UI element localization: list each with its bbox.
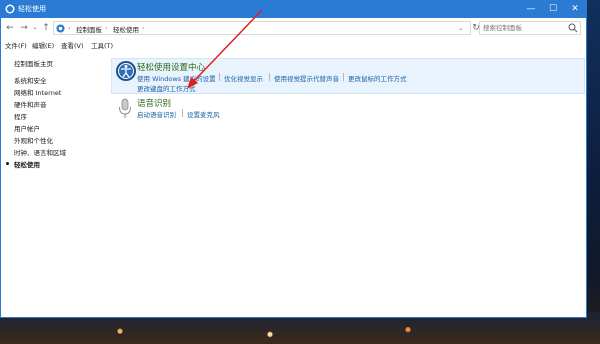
chevron-down-icon[interactable]: ⌄: [30, 23, 40, 33]
menu-tools[interactable]: 工具(T): [91, 40, 113, 50]
link-separator: [219, 73, 220, 81]
dropdown-chevron-icon[interactable]: ⌄: [458, 24, 463, 32]
breadcrumb-separator: ›: [68, 24, 71, 32]
menu-file[interactable]: 文件(F): [5, 40, 27, 50]
window-title: 轻松使用: [18, 5, 46, 13]
menu-edit[interactable]: 编辑(E): [32, 40, 54, 50]
link-setup-microphone[interactable]: 设置麦克风: [187, 109, 220, 119]
sidebar-home-link[interactable]: 控制面板主页: [14, 58, 53, 68]
close-button[interactable]: ✕: [561, 1, 589, 18]
watermark-logo: Baidu经验: [435, 278, 557, 303]
link-optimize-visual[interactable]: 优化视觉显示: [224, 73, 263, 83]
ease-of-access-icon: [5, 4, 15, 14]
link-keyboard-settings[interactable]: 更改键盘的工作方式: [137, 83, 196, 93]
sidebar-item-ease-of-access[interactable]: 轻松使用: [14, 159, 40, 169]
link-separator: [269, 73, 270, 81]
microphone-icon: [119, 98, 131, 118]
link-start-speech[interactable]: 启动语音识别: [137, 109, 176, 119]
control-panel-window: 轻松使用 — ☐ ✕ ← → ⌄ ↑ › 控制面板 › 轻松使用 › ⌄ ↻ 文…: [0, 0, 587, 318]
sidebar-item-network[interactable]: 网络和 Internet: [14, 87, 61, 97]
search-icon[interactable]: [568, 23, 578, 33]
forward-arrow-icon[interactable]: →: [19, 23, 29, 33]
ease-of-access-center-icon: [116, 61, 136, 81]
search-box[interactable]: [479, 21, 581, 35]
sidebar-item-system-security[interactable]: 系统和安全: [14, 75, 47, 85]
sidebar-item-hardware-sound[interactable]: 硬件和声音: [14, 99, 47, 109]
menu-view[interactable]: 查看(V): [61, 40, 84, 50]
link-separator: [182, 109, 183, 117]
sidebar-item-appearance[interactable]: 外观和个性化: [14, 135, 53, 145]
breadcrumb-control-panel[interactable]: 控制面板: [76, 24, 102, 34]
address-field[interactable]: › 控制面板 › 轻松使用 › ⌄: [53, 21, 471, 35]
sidebar: 控制面板主页 系统和安全 网络和 Internet 硬件和声音 程序 用户帐户 …: [1, 51, 101, 317]
link-recommended-settings[interactable]: 使用 Windows 建议的设置: [137, 73, 216, 83]
link-mouse-settings[interactable]: 更改鼠标的工作方式: [348, 73, 407, 83]
sidebar-item-clock-region[interactable]: 时钟、语言和区域: [14, 147, 66, 157]
back-arrow-icon[interactable]: ←: [5, 23, 15, 33]
current-page-bullet: [6, 162, 9, 165]
sidebar-item-programs[interactable]: 程序: [14, 111, 27, 121]
up-arrow-icon[interactable]: ↑: [41, 23, 51, 33]
address-bar-row: ← → ⌄ ↑ › 控制面板 › 轻松使用 › ⌄ ↻: [1, 18, 586, 39]
sidebar-item-user-accounts[interactable]: 用户帐户: [14, 123, 40, 133]
breadcrumb-separator: ›: [105, 24, 108, 32]
section-title-speech[interactable]: 语音识别: [137, 97, 171, 109]
search-input[interactable]: [480, 22, 569, 34]
breadcrumb-ease-of-access[interactable]: 轻松使用: [113, 24, 139, 34]
link-separator: [343, 73, 344, 81]
watermark-url: jingyan.baidu.com: [465, 306, 539, 315]
menu-bar: 文件(F) 编辑(E) 查看(V) 工具(T): [1, 39, 586, 51]
link-visual-cues[interactable]: 使用视觉提示代替声音: [274, 73, 339, 83]
control-panel-icon: [56, 24, 65, 33]
breadcrumb-separator: ›: [142, 24, 145, 32]
title-bar[interactable]: 轻松使用 — ☐ ✕: [1, 1, 586, 18]
section-title-ease-center[interactable]: 轻松使用设置中心: [137, 61, 205, 73]
